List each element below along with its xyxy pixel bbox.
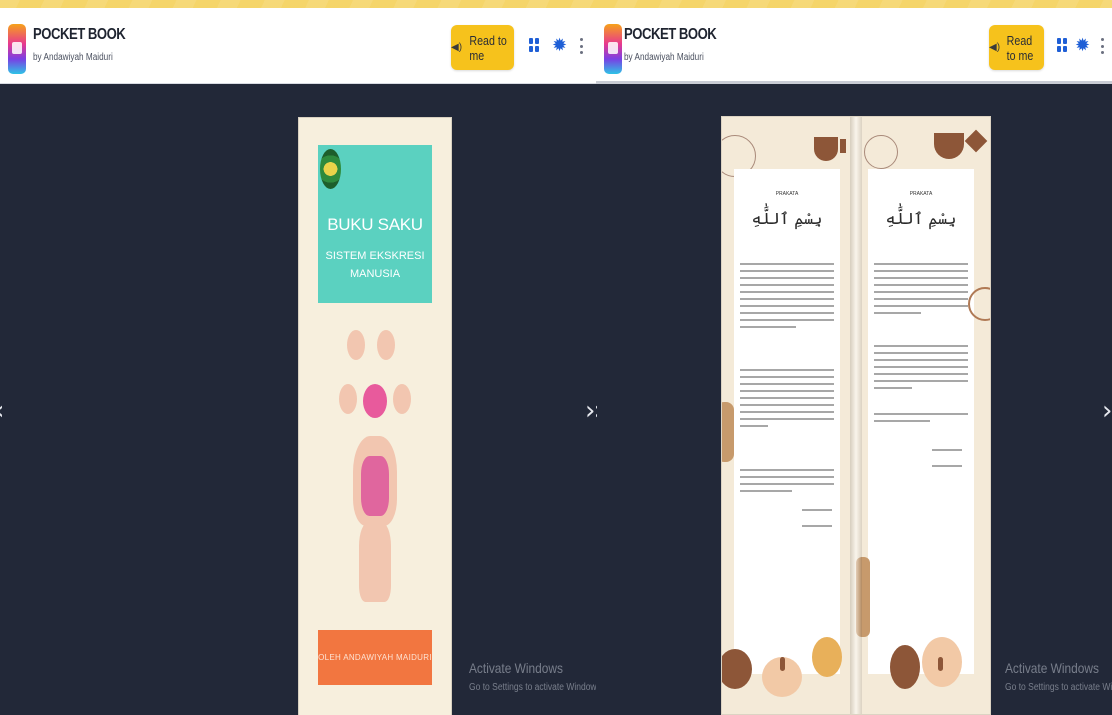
- watermark-line1: Activate Windows: [1005, 660, 1099, 676]
- cover-subtitle: SISTEM EKSKRESI MANUSIA: [325, 250, 425, 280]
- reader-window-book: POCKET BOOK by Andawiyah Maiduri ◀) Read…: [596, 8, 1112, 715]
- preface-sheet-left: PRAKATA بِسْمِ ٱللَّٰهِ: [734, 169, 840, 674]
- book-page-left: PRAKATA بِسْمِ ٱللَّٰهِ: [722, 117, 856, 714]
- chevron-right-icon[interactable]: ›: [1102, 396, 1112, 426]
- preface-signature: [802, 509, 834, 532]
- preface-sheet-right: PRAKATA بِسْمِ ٱللَّٰهِ: [868, 169, 974, 674]
- preface-paragraph-3: [740, 469, 834, 497]
- skin-icon: [339, 384, 357, 414]
- decoration-shape: [934, 133, 964, 159]
- book-gutter: [850, 117, 862, 714]
- decoration-shape: [812, 637, 842, 677]
- preface-paragraph-2: [740, 369, 834, 432]
- decoration-shape: [722, 402, 734, 462]
- activate-windows-watermark: Activate Windows Go to Settings to activ…: [469, 660, 596, 693]
- watermark-line1: Activate Windows: [469, 660, 563, 676]
- university-emblem-icon: [320, 149, 341, 189]
- kidney-icon: [347, 330, 365, 360]
- lungs-icon: [393, 384, 411, 414]
- gear-icon[interactable]: ✹: [1075, 34, 1090, 56]
- preface-heading: PRAKATA: [775, 191, 799, 197]
- atom-decoration-icon: [864, 135, 898, 169]
- activate-windows-watermark: Activate Windows Go to Settings to activ…: [1005, 660, 1112, 693]
- book-cover-page[interactable]: BUKU SAKU SISTEM EKSKRESI MANUSIA OLEH A…: [298, 117, 452, 715]
- decoration-shape: [722, 649, 752, 689]
- decoration-shape: [840, 139, 846, 153]
- app-logo-icon: [8, 24, 26, 74]
- cover-author-footer: OLEH ANDAWIYAH MAIDURI: [318, 630, 432, 685]
- grid-icon[interactable]: [529, 38, 539, 52]
- top-bar: POCKET BOOK by Andawiyah Maiduri ◀) Read…: [0, 8, 596, 84]
- app-logo-icon: [604, 24, 622, 74]
- decoration-shape: [890, 645, 920, 689]
- read-to-me-label: Read to me: [469, 32, 507, 63]
- chevron-left-icon[interactable]: ‹: [596, 396, 599, 426]
- liver-icon: [377, 330, 395, 360]
- watermark-line2: Go to Settings to activate Windows.: [469, 682, 596, 693]
- decoration-shape: [964, 129, 988, 153]
- chevron-left-icon[interactable]: ‹: [0, 396, 4, 426]
- right-signature: [932, 449, 968, 472]
- app-author: by Andawiyah Maiduri: [33, 52, 113, 63]
- bismillah-text: بِسْمِ ٱللَّٰهِ: [751, 209, 824, 228]
- arabic-paragraph-3: [874, 413, 968, 427]
- app-title: POCKET BOOK: [33, 26, 126, 43]
- legs-icon: [359, 522, 391, 602]
- kebab-menu-icon[interactable]: [1100, 38, 1104, 54]
- kebab-menu-icon[interactable]: [579, 38, 583, 54]
- gear-icon[interactable]: ✹: [552, 34, 567, 56]
- app-author: by Andawiyah Maiduri: [624, 52, 704, 63]
- brain-icon: [363, 384, 387, 418]
- speaker-icon: ◀): [989, 42, 1001, 53]
- organs-icon: [361, 456, 389, 516]
- book-page-right: PRAKATA بِسْمِ ٱللَّٰهِ: [856, 117, 990, 714]
- decoration-shape: [938, 657, 943, 671]
- speaker-icon: ◀): [451, 42, 463, 53]
- preface-heading: PRAKATA: [909, 191, 933, 197]
- chevron-right-icon[interactable]: ›: [585, 396, 595, 426]
- open-book-spread[interactable]: PRAKATA بِسْمِ ٱللَّٰهِ PRAKATA بِسْمِ ٱ…: [721, 116, 991, 715]
- watermark-line2: Go to Settings to activate Windows.: [1005, 682, 1112, 693]
- app-title: POCKET BOOK: [624, 26, 717, 43]
- bismillah-text: بِسْمِ ٱللَّٰهِ: [885, 209, 958, 228]
- preface-paragraph-1: [740, 263, 834, 333]
- cover-header-block: BUKU SAKU SISTEM EKSKRESI MANUSIA: [318, 145, 432, 303]
- cover-title: BUKU SAKU: [327, 215, 423, 234]
- arabic-paragraph-2: [874, 345, 968, 394]
- reader-window-cover: POCKET BOOK by Andawiyah Maiduri ◀) Read…: [0, 8, 596, 715]
- arabic-paragraph-1: [874, 263, 968, 319]
- decoration-shape: [814, 137, 838, 161]
- decoration-shape: [780, 657, 785, 671]
- read-to-me-button[interactable]: ◀) Read to me: [989, 25, 1044, 70]
- read-to-me-label: Read to me: [1006, 32, 1034, 63]
- grid-icon[interactable]: [1057, 38, 1067, 52]
- read-to-me-button[interactable]: ◀) Read to me: [451, 25, 514, 70]
- top-bar: POCKET BOOK by Andawiyah Maiduri ◀) Read…: [596, 8, 1112, 84]
